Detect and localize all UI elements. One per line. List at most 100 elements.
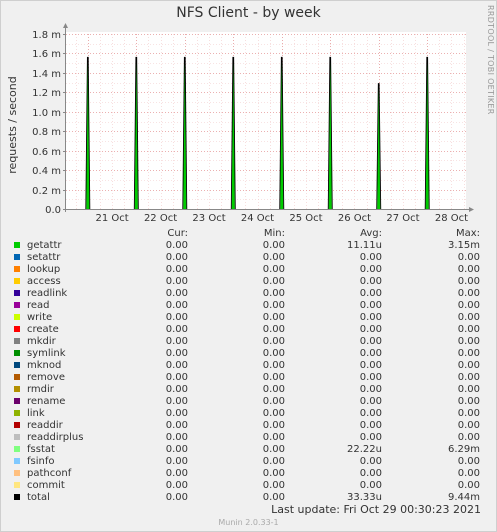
legend-max: 0.00 (457, 276, 480, 287)
chart-plot: 0.0 0.2 m 0.4 m 0.6 m 0.8 m 1.0 m 1.2 m 1.4 m 1.… (32, 23, 474, 224)
legend-max: 0.00 (457, 456, 480, 467)
x-axis-arrow (469, 207, 474, 212)
y-tick-label: 1.0 m (32, 108, 61, 119)
x-tick-label: 25 Oct (289, 213, 322, 224)
legend-row: rmdir 0.00 0.00 0.00 0.00 (12, 384, 492, 396)
legend-min: 0.00 (262, 492, 285, 503)
legend-min: 0.00 (262, 288, 285, 299)
y-tick-label: 0.4 m (32, 166, 61, 177)
legend-cur: 0.00 (165, 420, 188, 431)
legend-swatch (14, 446, 20, 452)
x-tick-label: 28 Oct (435, 213, 468, 224)
legend-header: Cur: Min: Avg: Max: (12, 228, 492, 240)
legend-name: total (27, 492, 50, 503)
legend-table: Cur: Min: Avg: Max: getattr 0.00 0.00 11.11… (12, 228, 492, 504)
legend-cur: 0.00 (165, 384, 188, 395)
legend-row: readdirplus 0.00 0.00 0.00 0.00 (12, 432, 492, 444)
legend-cur: 0.00 (165, 444, 188, 455)
legend-name: symlink (27, 348, 66, 359)
y-tick-label: 0.6 m (32, 147, 61, 158)
legend-row: mkdir 0.00 0.00 0.00 0.00 (12, 336, 492, 348)
header-max: Max: (455, 228, 480, 239)
legend-name: readdirplus (27, 432, 84, 443)
legend-swatch (14, 398, 20, 404)
legend-avg: 0.00 (359, 456, 382, 467)
legend-name: readlink (27, 288, 68, 299)
legend-avg: 0.00 (359, 372, 382, 383)
legend-max: 0.00 (457, 252, 480, 263)
legend-row: rename 0.00 0.00 0.00 0.00 (12, 396, 492, 408)
legend-name: commit (27, 480, 65, 491)
legend-avg: 0.00 (359, 264, 382, 275)
legend-swatch (14, 494, 20, 500)
legend-max: 3.15m (447, 240, 480, 251)
legend-min: 0.00 (262, 324, 285, 335)
legend-cur: 0.00 (165, 432, 188, 443)
legend-cur: 0.00 (165, 480, 188, 491)
legend-min: 0.00 (262, 252, 285, 263)
x-tick-label: 26 Oct (338, 213, 371, 224)
legend-swatch (14, 290, 20, 296)
legend-avg: 0.00 (359, 432, 382, 443)
legend-swatch (14, 362, 20, 368)
y-tick-label: 1.6 m (32, 49, 61, 60)
legend-avg: 0.00 (359, 276, 382, 287)
legend-max: 0.00 (457, 348, 480, 359)
legend-name: lookup (27, 264, 61, 275)
legend-row: fsstat 0.00 0.00 22.22u 6.29m (12, 444, 492, 456)
legend-cur: 0.00 (165, 396, 188, 407)
legend-cur: 0.00 (165, 468, 188, 479)
legend-row: readlink 0.00 0.00 0.00 0.00 (12, 288, 492, 300)
legend-min: 0.00 (262, 276, 285, 287)
legend-name: read (27, 300, 50, 311)
legend-row: mknod 0.00 0.00 0.00 0.00 (12, 360, 492, 372)
legend-name: write (27, 312, 53, 323)
legend-name: readdir (27, 420, 63, 431)
legend-swatch (14, 350, 20, 356)
y-axis-arrow (63, 23, 68, 28)
legend-row: write 0.00 0.00 0.00 0.00 (12, 312, 492, 324)
x-tick-label: 23 Oct (192, 213, 225, 224)
legend-row: lookup 0.00 0.00 0.00 0.00 (12, 264, 492, 276)
legend-name: link (27, 408, 45, 419)
legend-swatch (14, 314, 20, 320)
legend-avg: 0.00 (359, 288, 382, 299)
legend-name: mkdir (27, 336, 56, 347)
legend-min: 0.00 (262, 468, 285, 479)
legend-cur: 0.00 (165, 276, 188, 287)
legend-min: 0.00 (262, 240, 285, 251)
legend-name: mknod (27, 360, 62, 371)
legend-cur: 0.00 (165, 360, 188, 371)
legend-max: 0.00 (457, 408, 480, 419)
y-tick-label: 1.8 m (32, 30, 61, 41)
legend-avg: 0.00 (359, 300, 382, 311)
legend-row: getattr 0.00 0.00 11.11u 3.15m (12, 240, 492, 252)
y-tick-label: 0.2 m (32, 186, 61, 197)
legend-min: 0.00 (262, 264, 285, 275)
legend-name: getattr (27, 240, 62, 251)
legend-swatch (14, 458, 20, 464)
legend-min: 0.00 (262, 420, 285, 431)
legend-min: 0.00 (262, 396, 285, 407)
legend-name: rename (27, 396, 66, 407)
legend-row: setattr 0.00 0.00 0.00 0.00 (12, 252, 492, 264)
legend-name: create (27, 324, 59, 335)
last-update: Last update: Fri Oct 29 00:30:23 2021 (271, 503, 481, 516)
munin-version: Munin 2.0.33-1 (218, 518, 279, 527)
legend-name: fsstat (27, 444, 55, 455)
y-tick-label: 1.4 m (32, 69, 61, 80)
legend-row: readdir 0.00 0.00 0.00 0.00 (12, 420, 492, 432)
header-cur: Cur: (167, 228, 188, 239)
legend-min: 0.00 (262, 432, 285, 443)
legend-cur: 0.00 (165, 288, 188, 299)
legend-min: 0.00 (262, 480, 285, 491)
legend-row: pathconf 0.00 0.00 0.00 0.00 (12, 468, 492, 480)
legend-cur: 0.00 (165, 372, 188, 383)
legend-min: 0.00 (262, 360, 285, 371)
legend-row: remove 0.00 0.00 0.00 0.00 (12, 372, 492, 384)
legend-cur: 0.00 (165, 240, 188, 251)
legend-cur: 0.00 (165, 312, 188, 323)
legend-cur: 0.00 (165, 252, 188, 263)
legend-avg: 11.11u (347, 240, 382, 251)
legend-avg: 0.00 (359, 336, 382, 347)
